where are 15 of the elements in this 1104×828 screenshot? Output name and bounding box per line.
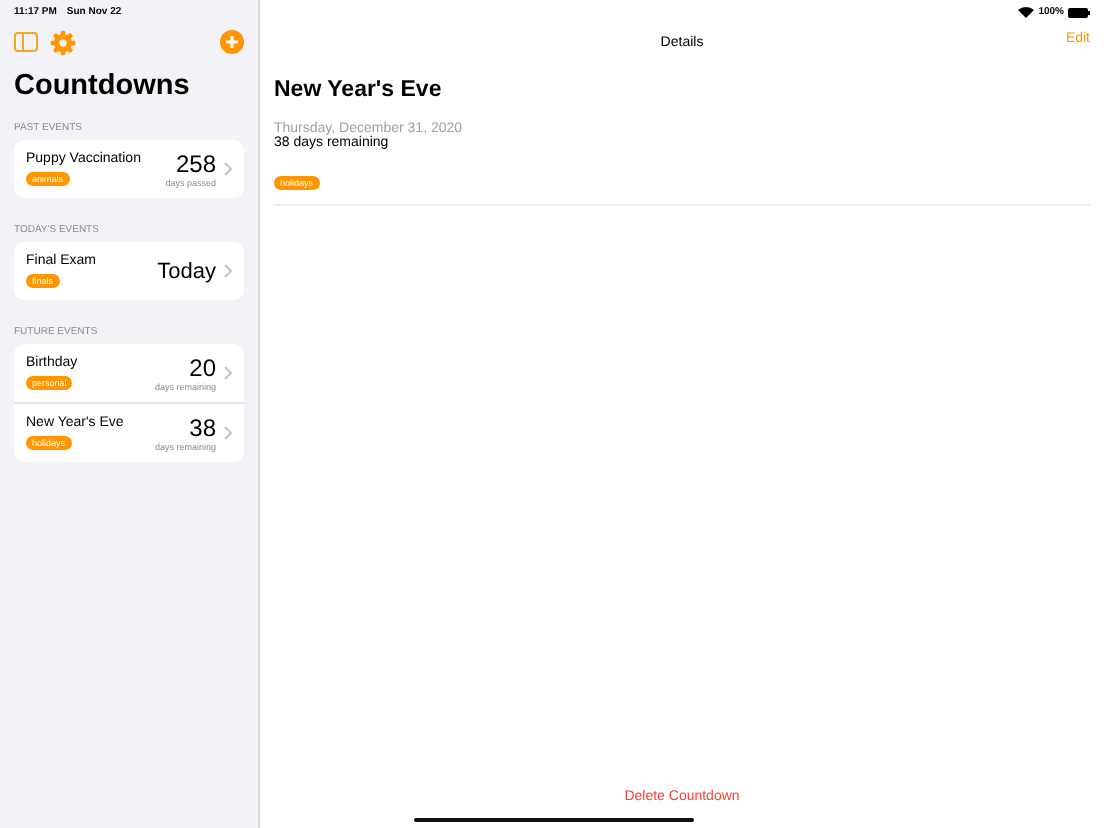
chevron-icon: [224, 366, 232, 380]
wifi-icon: [1018, 6, 1035, 18]
settings-icon[interactable]: [50, 29, 76, 55]
add-icon[interactable]: [220, 30, 244, 54]
chevron-icon: [224, 426, 232, 440]
sidebar-title: Countdowns: [14, 70, 192, 102]
day-count: 258: [175, 150, 216, 178]
chevron-icon: [224, 162, 232, 176]
detail-title: New Year's Eve: [274, 78, 444, 102]
day-count: 38: [189, 414, 216, 442]
sidebar-toggle-icon[interactable]: [14, 32, 38, 52]
chevron-icon: [224, 264, 232, 278]
day-count: 20: [189, 354, 216, 382]
today-label: Today: [157, 259, 216, 283]
battery-icon: [1068, 7, 1090, 17]
